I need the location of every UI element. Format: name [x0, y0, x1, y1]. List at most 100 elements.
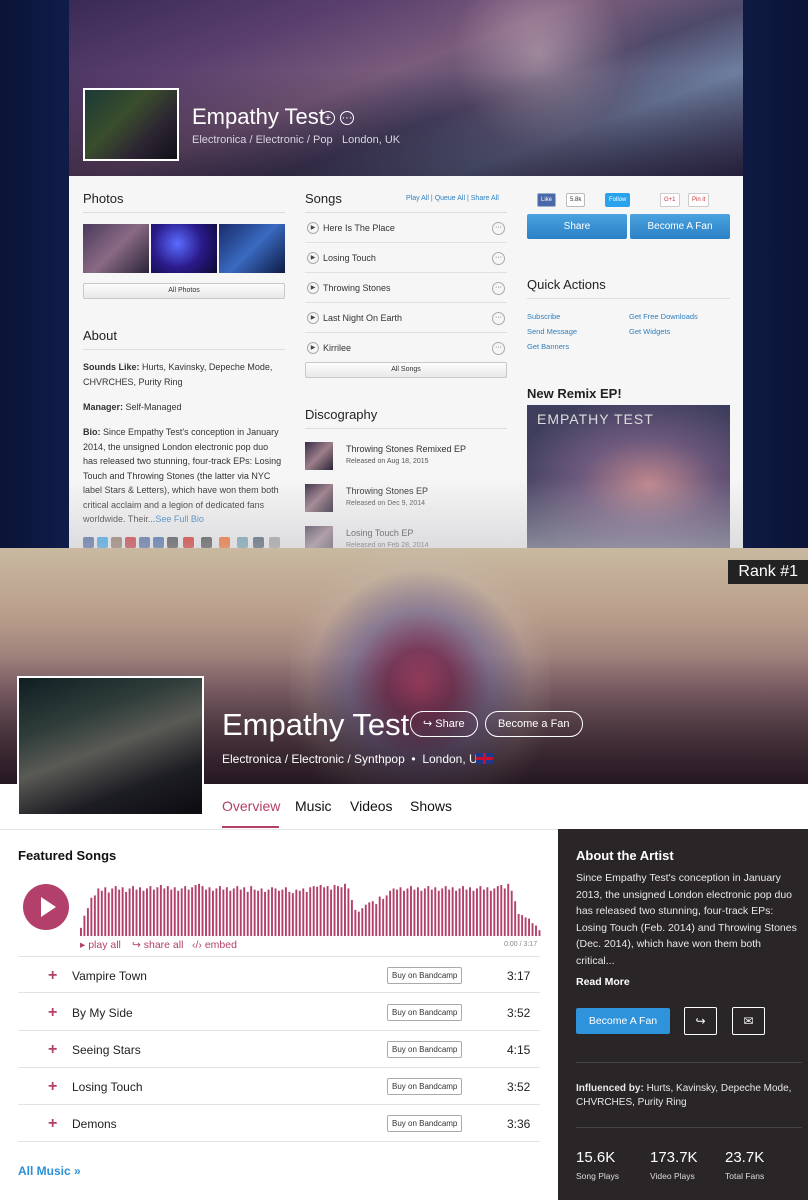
song-row[interactable]: ▶ Kirrilee ··· — [305, 333, 507, 363]
pinterest-button[interactable]: Pin it — [688, 193, 710, 207]
waveform-bar — [232, 888, 235, 936]
legacy-share-button[interactable]: Share — [527, 214, 627, 239]
free-downloads-link[interactable]: Get Free Downloads — [629, 312, 698, 321]
bandcamp-icon[interactable] — [237, 537, 248, 548]
twitter-icon[interactable] — [97, 537, 108, 548]
tab-overview[interactable]: Overview — [222, 798, 280, 814]
tab-music[interactable]: Music — [295, 798, 332, 814]
remix-heading: New Remix EP! — [527, 386, 622, 401]
song-row[interactable]: ▶ Losing Touch ··· — [305, 243, 507, 273]
more-icon: ··· — [492, 312, 505, 325]
waveform-bar — [250, 886, 253, 936]
waveform-bar — [291, 893, 294, 936]
tab-videos[interactable]: Videos — [350, 798, 393, 814]
waveform-bar — [482, 889, 485, 936]
youtube-icon[interactable] — [125, 537, 136, 548]
share-all-link[interactable]: ↪ share all — [132, 939, 183, 951]
waveform-bar — [152, 889, 155, 936]
waveform-bar — [246, 891, 249, 936]
release-item[interactable]: Throwing Stones Remixed EP Released on Au… — [305, 439, 507, 481]
waveform-bar — [243, 887, 246, 936]
buy-on-bandcamp-button[interactable]: Buy on Bandcamp — [387, 967, 463, 984]
add-icon[interactable]: + — [48, 1004, 57, 1022]
tab-shows[interactable]: Shows — [410, 798, 452, 814]
myspace-icon[interactable] — [201, 537, 212, 548]
facebook-icon[interactable] — [139, 537, 150, 548]
remix-ep-cover[interactable]: EMPATHY TEST — [527, 405, 730, 548]
facebook-icon[interactable] — [83, 537, 94, 548]
buy-on-bandcamp-button[interactable]: Buy on Bandcamp — [387, 1078, 463, 1095]
waveform-bar — [267, 889, 270, 936]
waveform-bar — [208, 887, 211, 936]
get-widgets-link[interactable]: Get Widgets — [629, 327, 670, 336]
queue-all-link[interactable]: Queue All — [435, 195, 465, 202]
play-all-link[interactable]: ▸ play all — [80, 939, 121, 951]
waveform-bar — [462, 886, 465, 936]
song-row[interactable]: ▶ Throwing Stones ··· — [305, 273, 507, 303]
track-row[interactable]: + Losing Touch Buy on Bandcamp 3:52 — [18, 1068, 540, 1105]
waveform-bar — [309, 887, 312, 936]
add-icon[interactable]: + — [48, 967, 57, 985]
waveform-bar — [298, 890, 301, 936]
share-button[interactable]: ↪ Share — [410, 711, 478, 737]
waveform-bar — [528, 918, 531, 936]
read-more-link[interactable]: Read More — [576, 976, 630, 988]
buy-on-bandcamp-button[interactable]: Buy on Bandcamp — [387, 1115, 463, 1132]
song-row[interactable]: ▶ Last Night On Earth ··· — [305, 303, 507, 333]
play-button[interactable] — [23, 884, 69, 930]
track-row[interactable]: + Seeing Stars Buy on Bandcamp 4:15 — [18, 1031, 540, 1068]
send-message-link[interactable]: Send Message — [527, 327, 577, 336]
soundcloud-icon[interactable] — [219, 537, 230, 548]
more-icon[interactable]: ··· — [340, 111, 354, 125]
waveform[interactable] — [80, 878, 542, 936]
google-plus-button[interactable]: G+1 — [660, 193, 680, 207]
buy-on-bandcamp-button[interactable]: Buy on Bandcamp — [387, 1004, 463, 1021]
photo-thumbnail[interactable] — [219, 224, 285, 273]
song-row[interactable]: ▶ Here Is The Place ··· — [305, 213, 507, 243]
all-photos-button[interactable]: All Photos — [83, 283, 285, 299]
add-icon[interactable]: + — [48, 1041, 57, 1059]
subscribe-link[interactable]: Subscribe — [527, 312, 560, 321]
social-icon[interactable] — [167, 537, 178, 548]
add-icon[interactable]: + — [48, 1078, 57, 1096]
track-row[interactable]: + Vampire Town Buy on Bandcamp 3:17 — [18, 956, 540, 993]
mail-icon[interactable]: ✉ — [732, 1007, 765, 1035]
social-icon[interactable] — [153, 537, 164, 548]
add-icon[interactable]: + — [48, 1115, 57, 1133]
instagram-icon[interactable] — [111, 537, 122, 548]
become-fan-button[interactable]: Become a Fan — [485, 711, 583, 737]
legacy-become-fan-button[interactable]: Become A Fan — [630, 214, 730, 239]
waveform-bar — [166, 886, 169, 936]
add-icon[interactable]: + — [321, 111, 335, 125]
social-icon[interactable] — [269, 537, 280, 548]
share-icon: ↪ — [132, 939, 141, 951]
track-row[interactable]: + Demons Buy on Bandcamp 3:36 — [18, 1105, 540, 1142]
waveform-bar — [257, 890, 260, 936]
all-songs-button[interactable]: All Songs — [305, 362, 507, 378]
tumblr-icon[interactable] — [253, 537, 264, 548]
twitter-follow-button[interactable]: Follow — [605, 193, 631, 207]
facebook-like-button[interactable]: Like — [537, 193, 557, 207]
become-fan-button[interactable]: Become A Fan — [576, 1008, 670, 1034]
lastfm-icon[interactable] — [183, 537, 194, 548]
waveform-bar — [274, 888, 277, 936]
waveform-bar — [194, 884, 197, 936]
song-plays-stat: 15.6K Song Plays — [576, 1149, 619, 1181]
buy-on-bandcamp-button[interactable]: Buy on Bandcamp — [387, 1041, 463, 1058]
photo-thumbnail[interactable] — [151, 224, 217, 273]
share-all-link[interactable]: Share All — [471, 195, 499, 202]
play-icon: ▶ — [307, 252, 319, 264]
share-icon[interactable]: ↪ — [684, 1007, 717, 1035]
featured-songs-heading: Featured Songs — [18, 848, 117, 863]
see-full-bio-link[interactable]: See Full Bio — [155, 514, 204, 524]
play-all-link[interactable]: Play All — [406, 195, 429, 202]
all-music-link[interactable]: All Music » — [18, 1164, 81, 1178]
legacy-genres: Electronica / Electronic / Pop — [192, 134, 333, 146]
embed-link[interactable]: ‹/› embed — [192, 939, 237, 951]
waveform-bar — [399, 887, 402, 936]
track-row[interactable]: + By My Side Buy on Bandcamp 3:52 — [18, 994, 540, 1031]
waveform-bar — [344, 883, 346, 936]
get-banners-link[interactable]: Get Banners — [527, 342, 569, 351]
photo-thumbnail[interactable] — [83, 224, 149, 273]
release-item[interactable]: Throwing Stones EP Released on Dec 9, 201… — [305, 481, 507, 523]
